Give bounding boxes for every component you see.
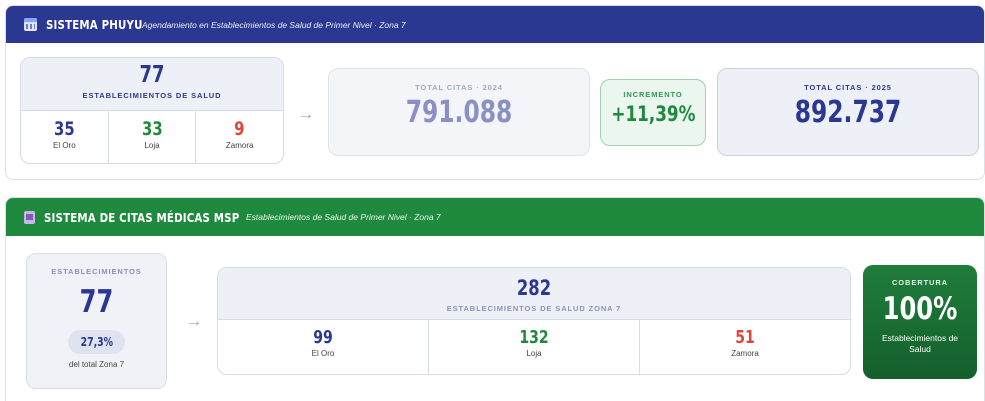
phuyu-title: SISTEMA PHUYU [46, 17, 143, 32]
province-value: 132 [519, 327, 549, 348]
coverage-label: COBERTURA [891, 278, 948, 287]
phuyu-subtitle: Agendamiento en Establecimientos de Salu… [142, 19, 406, 30]
province-name: Loja [526, 349, 542, 358]
msp-establishments-label: ESTABLECIMIENTOS [51, 267, 142, 276]
zone-establishments-box: 282 ESTABLECIMIENTOS DE SALUD ZONA 7 99 … [217, 267, 851, 375]
province-loja: 33 Loja [109, 111, 197, 163]
province-el-oro: 35 El Oro [21, 111, 109, 163]
total-citas-2024-box: TOTAL CITAS · 2024 791.088 [328, 68, 590, 156]
arrow-right-icon: → [186, 313, 202, 330]
province-zamora: 51 Zamora [640, 320, 850, 374]
msp-establishments-value: 77 [79, 284, 114, 320]
total-2024-value: 791.088 [405, 95, 513, 130]
msp-title: SISTEMA DE CITAS MÉDICAS MSP [44, 209, 240, 225]
province-value: 35 [54, 118, 75, 140]
province-value: 9 [234, 118, 245, 140]
percent-caption: del total Zona 7 [68, 360, 125, 369]
province-name: El Oro [311, 349, 335, 358]
province-loja: 132 Loja [429, 320, 640, 374]
percent-badge: 27,3% [68, 330, 125, 354]
increment-label: INCREMENTO [623, 90, 683, 99]
msp-subtitle: Establecimientos de Salud de Primer Nive… [246, 212, 441, 222]
mobile-phone-icon [24, 210, 35, 224]
msp-establishments-box: ESTABLECIMIENTOS 77 27,3% del total Zona… [26, 253, 167, 389]
province-name: El Oro [53, 141, 76, 150]
province-value: 33 [141, 118, 163, 140]
total-2024-label: TOTAL CITAS · 2024 [415, 83, 503, 92]
coverage-box: COBERTURA 100% Establecimientos de Salud [863, 265, 977, 379]
phuyu-establishments-total: 77 [139, 62, 165, 88]
total-citas-2025-box: TOTAL CITAS · 2025 892.737 [717, 68, 979, 156]
province-el-oro: 99 El Oro [218, 320, 429, 374]
percent-value: 27,3% [80, 335, 113, 349]
province-name: Zamora [731, 349, 759, 358]
province-zamora: 9 Zamora [196, 111, 283, 163]
total-2025-value: 892.737 [794, 95, 902, 130]
msp-header: SISTEMA DE CITAS MÉDICAS MSP Establecimi… [6, 198, 984, 236]
province-name: Loja [144, 141, 160, 150]
increment-value: +11,39% [611, 102, 696, 126]
phuyu-header: SISTEMA PHUYU Agendamiento en Establecim… [6, 6, 984, 43]
calendar-icon [24, 18, 37, 31]
arrow-right-icon: → [298, 106, 314, 123]
province-value: 99 [313, 327, 333, 348]
zone-label: ESTABLECIMIENTOS DE SALUD ZONA 7 [446, 304, 622, 313]
coverage-description: Establecimientos de Salud [881, 333, 959, 354]
zone-total: 282 [516, 276, 552, 300]
increment-box: INCREMENTO +11,39% [600, 79, 706, 146]
phuyu-establishments-box: 77 ESTABLECIMIENTOS DE SALUD 35 El Oro 3… [20, 57, 284, 164]
province-name: Zamora [225, 141, 254, 150]
phuyu-establishments-label: ESTABLECIMIENTOS DE SALUD [82, 91, 222, 100]
total-2025-label: TOTAL CITAS · 2025 [804, 83, 892, 92]
province-value: 51 [735, 327, 755, 348]
coverage-value: 100% [882, 291, 958, 327]
